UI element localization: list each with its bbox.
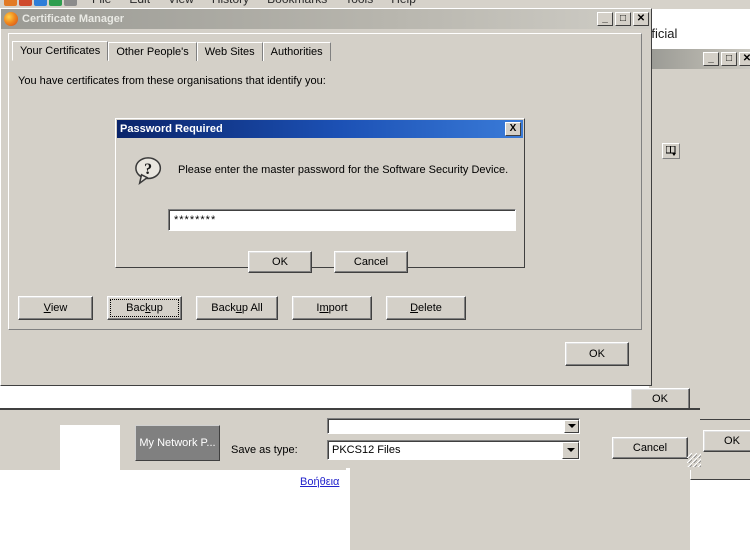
tab-other-peoples-label: Other People's — [116, 46, 189, 58]
backup-button[interactable]: Backup — [107, 296, 182, 320]
password-ok-label: OK — [272, 256, 288, 268]
close-icon: X — [509, 123, 517, 134]
file-name-combobox[interactable] — [327, 418, 580, 434]
certificate-tabs[interactable]: Your Certificates Other People's Web Sit… — [12, 41, 342, 61]
tab-web-sites[interactable]: Web Sites — [196, 42, 263, 61]
chevron-down-icon[interactable] — [562, 441, 579, 459]
certificates-description: You have certificates from these organis… — [18, 75, 326, 87]
password-cancel-label: Cancel — [353, 256, 389, 268]
cert-maximize-button[interactable]: □ — [615, 12, 631, 26]
app-icon-1[interactable] — [19, 0, 32, 6]
page-right-gray-mask — [350, 468, 690, 550]
options-ok-label: OK — [652, 393, 668, 405]
app-icon-4[interactable] — [64, 0, 77, 6]
options-column-chooser-icon[interactable] — [662, 143, 680, 159]
app-icon-2[interactable] — [34, 0, 47, 6]
certificate-manager-ok-button[interactable]: OK — [565, 342, 629, 366]
save-dialog-top-edge — [0, 408, 700, 410]
certificate-manager-titlebar: Certificate Manager _ □ ✕ — [1, 9, 651, 29]
firefox-icon — [4, 12, 18, 26]
tab-other-peoples[interactable]: Other People's — [108, 42, 197, 61]
browser-toolbar-icons — [0, 0, 83, 6]
places-item-label: My Network P... — [139, 437, 216, 449]
save-dialog-file-pane — [60, 425, 120, 550]
delete-button-label: Delete — [410, 302, 442, 314]
master-password-value: ******** — [174, 214, 217, 226]
password-dialog: Password Required X ? Please enter the m… — [115, 118, 525, 273]
import-button-label: Import — [316, 302, 348, 314]
cert-close-button[interactable]: ✕ — [633, 12, 649, 26]
firefox-icon[interactable] — [4, 0, 17, 6]
background-window-ok-label: OK — [724, 435, 740, 447]
delete-button[interactable]: Delete — [386, 296, 466, 320]
options-window — [648, 48, 750, 420]
file-type-combobox[interactable]: PKCS12 Files — [327, 440, 580, 460]
file-type-value: PKCS12 Files — [332, 444, 401, 456]
background-window-ok-button[interactable]: OK — [703, 430, 750, 452]
password-ok-button[interactable]: OK — [248, 251, 312, 273]
browser-menu-row: File Edit View History Bookmarks Tools H… — [0, 0, 425, 6]
menu-edit[interactable]: Edit — [120, 0, 159, 6]
menu-history[interactable]: History — [203, 0, 258, 6]
tab-your-certificates[interactable]: Your Certificates — [12, 41, 109, 61]
tab-your-certificates-label: Your Certificates — [20, 45, 101, 57]
column-chooser-glyph-2 — [665, 146, 676, 156]
cert-minimize-button[interactable]: _ — [597, 12, 613, 26]
background-page-text: fficial — [648, 26, 678, 41]
menu-file[interactable]: File — [83, 0, 120, 6]
places-item-my-network-places[interactable]: My Network P... — [135, 425, 220, 461]
menu-help[interactable]: Help — [382, 0, 425, 6]
menu-bookmarks[interactable]: Bookmarks — [258, 0, 336, 6]
master-password-input[interactable]: ******** — [168, 209, 516, 231]
question-mark-icon: ? — [134, 155, 166, 187]
password-dialog-close-button[interactable]: X — [505, 122, 521, 136]
save-as-type-label: Save as type: — [231, 444, 298, 456]
tab-authorities-label: Authorities — [270, 46, 323, 58]
password-dialog-titlebar: Password Required X — [117, 120, 523, 138]
password-cancel-button[interactable]: Cancel — [334, 251, 408, 273]
save-dialog-cancel-label: Cancel — [632, 442, 668, 454]
options-maximize-button[interactable]: □ — [721, 52, 737, 66]
options-ok-button[interactable]: OK — [630, 388, 690, 410]
chevron-down-icon-filename[interactable] — [564, 419, 579, 433]
screen: File Edit View History Bookmarks Tools H… — [0, 0, 750, 550]
options-close-button[interactable]: ✕ — [739, 52, 750, 66]
options-minimize-button[interactable]: _ — [703, 52, 719, 66]
page-help-link[interactable]: Βοήθεια — [300, 476, 339, 488]
password-dialog-message: Please enter the master password for the… — [178, 164, 509, 176]
resize-grip[interactable] — [687, 453, 701, 467]
certificate-manager-ok-label: OK — [589, 348, 605, 360]
backup-all-button[interactable]: Backup All — [196, 296, 278, 320]
svg-text:?: ? — [144, 161, 152, 178]
backup-all-button-label: Backup All — [211, 302, 263, 314]
options-window-titlebar: _ □ ✕ — [649, 49, 750, 69]
certificate-actions: View Backup Backup All Import Delete — [18, 296, 466, 320]
save-dialog-cancel-button[interactable]: Cancel — [612, 437, 688, 459]
backup-button-label: Backup — [126, 302, 163, 314]
password-dialog-title: Password Required — [120, 123, 223, 135]
import-button[interactable]: Import — [292, 296, 372, 320]
tab-web-sites-label: Web Sites — [204, 46, 255, 58]
view-button-label: View — [43, 302, 68, 314]
view-button[interactable]: View — [18, 296, 93, 320]
password-dialog-body: ? Please enter the master password for t… — [120, 141, 520, 273]
app-icon-3[interactable] — [49, 0, 62, 6]
tab-authorities[interactable]: Authorities — [262, 42, 331, 61]
menu-view[interactable]: View — [159, 0, 203, 6]
certificate-manager-title: Certificate Manager — [22, 13, 125, 25]
menu-tools[interactable]: Tools — [336, 0, 382, 6]
